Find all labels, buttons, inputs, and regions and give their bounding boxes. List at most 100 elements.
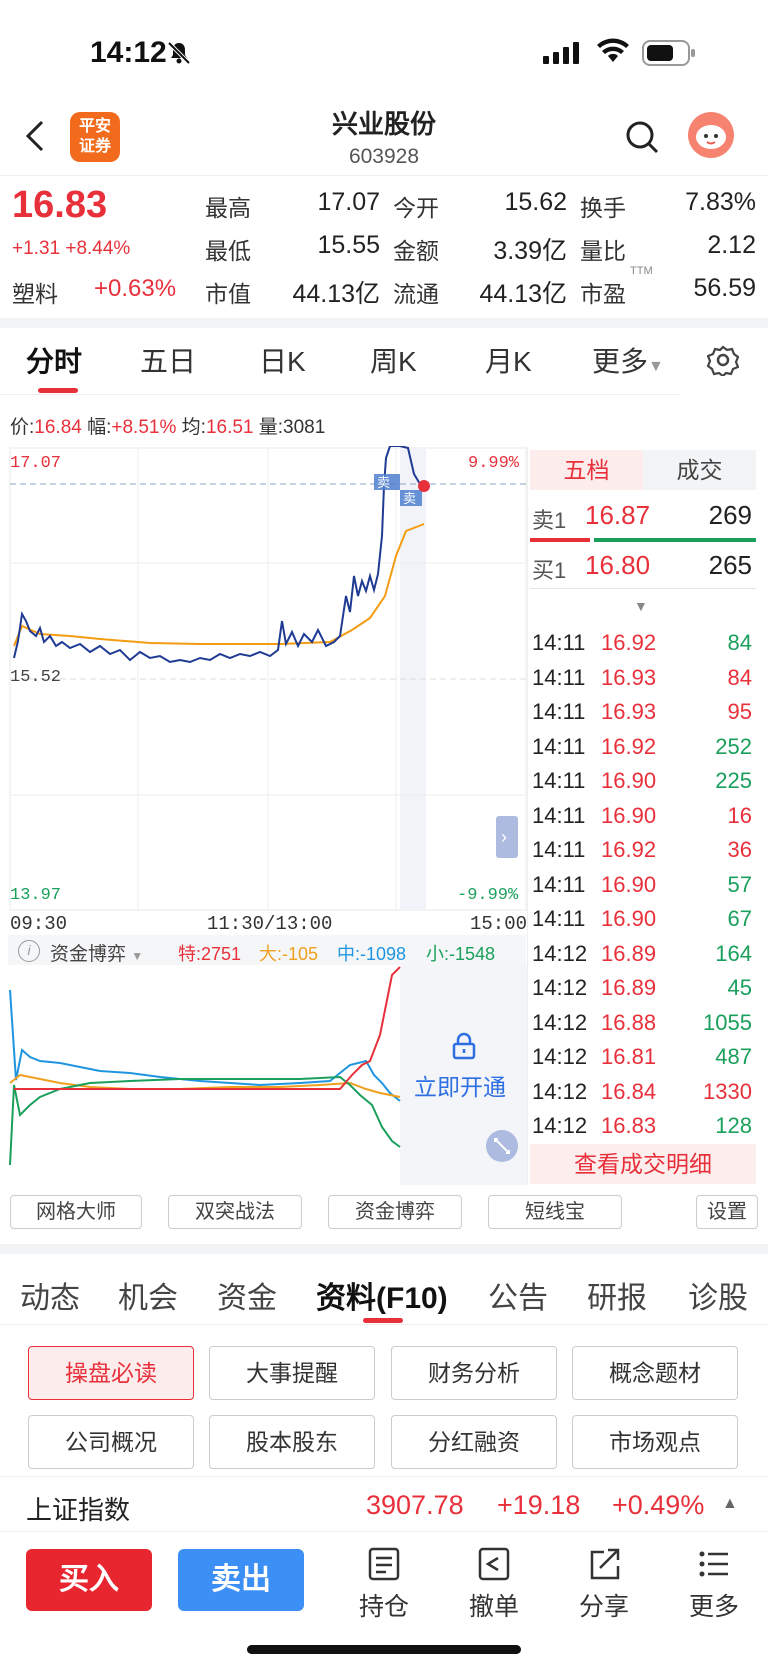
tab-active-indicator (38, 388, 78, 393)
trade-volume: 95 (727, 699, 752, 724)
buy-button[interactable]: 买入 (26, 1549, 152, 1611)
index-value: 3907.78 (366, 1490, 464, 1520)
trade-time: 14:12 (532, 975, 588, 1000)
buy1-price: 16.80 (585, 550, 651, 580)
f10-financials[interactable]: 财务分析 (391, 1346, 557, 1400)
tool-short-term[interactable]: 短线宝 (488, 1195, 622, 1229)
caret-down-icon: ▼ (648, 358, 664, 375)
tab-opportunity[interactable]: 机会 (118, 1273, 178, 1317)
x-axis-end: 15:00 (470, 913, 528, 935)
f10-dividends[interactable]: 分红融资 (391, 1415, 557, 1469)
info-circle-icon[interactable]: i (18, 940, 40, 962)
tab-more[interactable]: 更多▼ (592, 340, 664, 380)
tab-announcements[interactable]: 公告 (488, 1273, 548, 1317)
f10-must-read[interactable]: 操盘必读 (28, 1346, 194, 1400)
book-divider (527, 446, 528, 1184)
f10-market-views[interactable]: 市场观点 (572, 1415, 738, 1469)
tool-grid-master[interactable]: 网格大师 (10, 1195, 142, 1229)
tab-news[interactable]: 动态 (20, 1273, 80, 1317)
tab-research[interactable]: 研报 (587, 1273, 647, 1317)
sell-button[interactable]: 卖出 (178, 1549, 304, 1611)
trade-row: 14:11 16.90 225 (532, 768, 756, 802)
trade-price: 16.90 (601, 768, 657, 793)
cancel-order-icon[interactable] (476, 1546, 512, 1587)
tab-daily-k[interactable]: 日K (259, 340, 306, 380)
amount-value: 3.39亿 (493, 237, 567, 265)
trade-volume: 16 (727, 802, 752, 828)
sell1-price: 16.87 (585, 500, 651, 530)
mcap-label: 市值 (205, 281, 251, 307)
unlock-overlay[interactable]: 立即开通 (400, 1000, 528, 1182)
mcap-value: 44.13亿 (292, 280, 380, 308)
turnover-label: 换手 (580, 195, 626, 221)
trade-time: 14:11 (532, 733, 586, 759)
tool-fund-game[interactable]: 资金博弈 (328, 1195, 462, 1229)
f10-company-profile[interactable]: 公司概况 (28, 1415, 194, 1469)
trade-price: 16.88 (601, 1009, 657, 1035)
trade-price: 16.93 (601, 664, 657, 690)
info-price: 16.84 (34, 417, 82, 438)
trade-price: 16.89 (601, 940, 657, 966)
trade-volume: 225 (715, 768, 752, 793)
trade-volume: 84 (727, 664, 752, 690)
f10-concepts[interactable]: 概念题材 (572, 1346, 738, 1400)
trade-volume: 1330 (703, 1078, 752, 1104)
fund-flow-title[interactable]: 资金博弈 ▼ (50, 939, 143, 966)
search-icon[interactable] (625, 120, 659, 159)
more-menu-icon[interactable] (696, 1546, 732, 1587)
trade-price: 16.92 (601, 837, 657, 862)
sector-pct: +0.63% (94, 275, 177, 302)
change-abs: +1.31 (12, 238, 61, 259)
tab-weekly-k[interactable]: 周K (370, 340, 417, 380)
trade-price: 16.81 (601, 1044, 657, 1069)
more-label[interactable]: 更多 (669, 1587, 759, 1623)
price-change: +1.31 +8.44% (12, 238, 130, 260)
view-trade-detail-button[interactable]: 查看成交明细 (530, 1144, 756, 1184)
intraday-chart[interactable]: 卖 卖 › (0, 446, 528, 936)
cancel-order-label[interactable]: 撤单 (449, 1587, 539, 1623)
trade-row: 14:11 16.90 57 (532, 872, 756, 906)
trade-volume: 164 (715, 940, 752, 966)
tool-settings[interactable]: 设置 (696, 1195, 758, 1229)
trade-volume: 1055 (703, 1009, 752, 1035)
trade-row: 14:11 16.90 67 (532, 906, 756, 940)
f10-shareholders[interactable]: 股本股东 (209, 1415, 375, 1469)
share-icon[interactable] (586, 1546, 622, 1587)
tab-diagnosis[interactable]: 诊股 (688, 1273, 748, 1317)
tab-five-day[interactable]: 五日 (140, 340, 196, 380)
settings-gear-icon[interactable] (706, 344, 740, 381)
trade-row: 14:11 16.90 16 (532, 803, 756, 837)
trade-time: 14:11 (532, 768, 586, 793)
holdings-label[interactable]: 持仓 (339, 1587, 429, 1623)
assistant-avatar-icon[interactable] (688, 112, 734, 158)
trade-time: 14:11 (532, 871, 586, 897)
index-ticker[interactable]: 上证指数 3907.78 +19.18 +0.49% ▲ (0, 1476, 768, 1532)
tab-f10[interactable]: 资料(F10) (316, 1273, 448, 1317)
expand-up-icon[interactable]: ▲ (722, 1495, 738, 1513)
trade-time: 14:12 (532, 1009, 588, 1035)
trade-volume: 45 (727, 975, 752, 1000)
trade-time: 14:12 (532, 1113, 588, 1138)
pe-label: 市盈 (580, 281, 626, 307)
silent-bell-icon (166, 40, 192, 71)
holdings-icon[interactable] (366, 1546, 402, 1587)
f10-events[interactable]: 大事提醒 (209, 1346, 375, 1400)
amount-label: 金额 (393, 238, 439, 264)
tab-funds[interactable]: 资金 (217, 1273, 277, 1317)
tab-five-levels[interactable]: 五档 (530, 450, 643, 490)
share-label[interactable]: 分享 (559, 1587, 649, 1623)
tab-deals[interactable]: 成交 (643, 450, 756, 490)
expand-caret-icon[interactable]: ▼ (634, 598, 648, 614)
index-pct: +0.49% (612, 1490, 705, 1520)
fullscreen-icon[interactable] (486, 1130, 518, 1162)
low-value: 15.55 (317, 231, 380, 259)
flow-da: 大:-105 (259, 944, 319, 964)
trade-price: 16.90 (601, 871, 657, 897)
tab-intraday[interactable]: 分时 (26, 340, 82, 380)
trade-price: 16.90 (601, 906, 657, 931)
tool-double-breakout[interactable]: 双突战法 (168, 1195, 302, 1229)
sector-name[interactable]: 塑料 (12, 275, 58, 309)
trade-time: 14:11 (532, 802, 586, 828)
tab-monthly-k[interactable]: 月K (485, 340, 532, 380)
trade-row: 14:11 16.92 36 (532, 837, 756, 871)
